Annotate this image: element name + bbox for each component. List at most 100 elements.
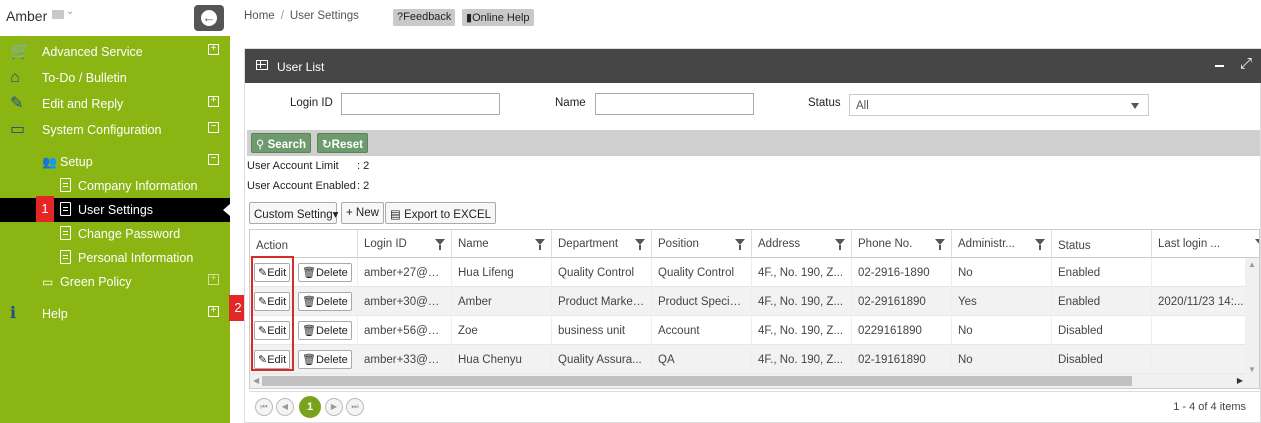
user-name[interactable]: Amber	[6, 8, 47, 24]
login-id-input[interactable]	[341, 93, 500, 115]
delete-button[interactable]: 🗑Delete	[298, 350, 352, 369]
column-header[interactable]: Administr...	[952, 230, 1052, 258]
column-header[interactable]: Address	[752, 230, 852, 258]
collapse-icon[interactable]: −	[208, 154, 219, 165]
export-excel-button[interactable]: ▤ Export to EXCEL	[385, 202, 497, 224]
expand-icon[interactable]: +	[208, 96, 219, 107]
account-limit-label: User Account Limit	[247, 160, 339, 172]
menu-todo-bulletin[interactable]: ⌂ To-Do / Bulletin	[0, 66, 230, 90]
first-page-icon[interactable]: ⏮	[255, 398, 273, 416]
filter-icon[interactable]	[1035, 239, 1045, 250]
new-button[interactable]: + New	[341, 202, 384, 224]
column-header[interactable]: Phone No.	[852, 230, 952, 258]
expand-icon[interactable]: ⤢	[1240, 55, 1252, 72]
next-page-icon[interactable]: ▶	[325, 398, 343, 416]
column-header[interactable]: Department	[552, 230, 652, 258]
column-header-label: Position	[658, 238, 699, 250]
minimize-icon[interactable]	[1215, 65, 1224, 67]
collapse-icon[interactable]: −	[208, 122, 219, 133]
scroll-left-icon[interactable]: ◀	[253, 376, 259, 385]
menu-edit-and-reply[interactable]: ✎ Edit and Reply +	[0, 92, 230, 116]
filter-icon[interactable]	[435, 239, 445, 250]
menu-label: Help	[42, 307, 68, 321]
account-limit-row: User Account Limit : 2	[247, 160, 369, 172]
menu-label: Green Policy	[60, 275, 132, 289]
table-cell: No	[952, 258, 1052, 287]
trash-icon: 🗑	[302, 325, 316, 337]
info-icon: ℹ	[10, 305, 17, 322]
custom-setting-button[interactable]: Custom Setting▾	[249, 202, 338, 224]
filter-icon[interactable]	[1255, 239, 1259, 245]
scroll-down-icon[interactable]: ▼	[1248, 365, 1256, 374]
name-input[interactable]	[595, 93, 754, 115]
column-header-label: Address	[758, 238, 801, 250]
filter-icon[interactable]	[735, 239, 745, 250]
column-header[interactable]: Last login ...	[1152, 230, 1259, 258]
last-page-icon[interactable]: ⏭	[346, 398, 364, 416]
table-cell: Amber	[452, 287, 552, 316]
mail-icon[interactable]	[52, 10, 64, 19]
expand-icon[interactable]: +	[208, 44, 219, 55]
table-cell: business unit	[552, 316, 652, 345]
scrollbar-thumb[interactable]	[262, 376, 1132, 386]
delete-button[interactable]: 🗑Delete	[298, 321, 352, 340]
sidebar-item-personal-information[interactable]: Personal Information	[0, 246, 230, 270]
table-row: ✎Edit 🗑Delete amber+27@ez... Hua Lifeng Qual…	[250, 258, 1247, 287]
expand-icon[interactable]: +	[208, 274, 219, 285]
table-cell: amber+27@ez...	[358, 258, 452, 287]
delete-button[interactable]: 🗑Delete	[298, 263, 352, 282]
column-header[interactable]: Action	[250, 230, 358, 258]
excel-icon: ▤	[390, 209, 401, 221]
sidebar-item-user-settings[interactable]: User Settings	[0, 198, 230, 222]
scroll-up-icon[interactable]: ▲	[1248, 260, 1256, 269]
delete-label: Delete	[315, 296, 348, 308]
table-cell: 4F., No. 190, Z...	[752, 316, 852, 345]
filter-icon[interactable]	[535, 239, 545, 250]
table-cell: Quality Control	[552, 258, 652, 287]
delete-button[interactable]: 🗑Delete	[298, 292, 352, 311]
vertical-scrollbar[interactable]: ▲ ▼	[1245, 258, 1259, 376]
column-header[interactable]: Status	[1052, 230, 1152, 258]
filter-icon[interactable]	[635, 239, 645, 250]
page-current-button[interactable]: 1	[299, 396, 321, 418]
column-header[interactable]: Position	[652, 230, 752, 258]
online-help-button[interactable]: ▮Online Help	[462, 9, 534, 26]
menu-system-configuration[interactable]: ▭ System Configuration −	[0, 118, 230, 142]
table-cell: Account	[652, 316, 752, 345]
feedback-button[interactable]: ?Feedback	[393, 9, 456, 26]
trash-icon: 🗑	[302, 267, 316, 279]
horizontal-scrollbar[interactable]: ◀ ▶	[250, 374, 1259, 388]
collapse-sidebar-button[interactable]: ←	[194, 5, 224, 31]
filter-icon[interactable]	[835, 239, 845, 250]
plus-icon: +	[346, 207, 353, 219]
column-header[interactable]: Name	[452, 230, 552, 258]
status-select[interactable]: All	[849, 94, 1149, 116]
breadcrumb-home[interactable]: Home	[244, 10, 275, 22]
sidebar-item-change-password[interactable]: Change Password	[0, 222, 230, 246]
menu-advanced-service[interactable]: 🛒 Advanced Service +	[0, 40, 230, 64]
trash-icon: 🗑	[302, 354, 316, 366]
menu-green-policy[interactable]: ▭ Green Policy +	[0, 270, 230, 294]
filter-icon[interactable]	[935, 239, 945, 250]
search-button[interactable]: ⚲ Search	[251, 133, 311, 153]
chevron-down-icon[interactable]: ⌄	[66, 6, 74, 17]
caret-down-icon	[1131, 103, 1139, 109]
scroll-right-icon[interactable]: ▶	[1237, 376, 1243, 385]
menu-setup[interactable]: 👥 Setup −	[0, 150, 230, 174]
sidebar-item-label: Personal Information	[78, 251, 194, 265]
table-cell: 4F., No. 190, Z...	[752, 345, 852, 374]
reset-button[interactable]: ↻Reset	[317, 133, 368, 153]
table-cell: 02-29161890	[852, 287, 952, 316]
menu-help[interactable]: ℹ Help +	[0, 302, 230, 326]
expand-icon[interactable]: +	[208, 306, 219, 317]
table-cell: Yes	[952, 287, 1052, 316]
column-header-label: Administr...	[958, 238, 1015, 250]
delete-label: Delete	[315, 325, 348, 337]
column-header-label: Login ID	[364, 238, 407, 250]
column-header-label: Phone No.	[858, 238, 913, 250]
column-header[interactable]: Login ID	[358, 230, 452, 258]
table-cell: amber+33@ez...	[358, 345, 452, 374]
prev-page-icon[interactable]: ◀	[276, 398, 294, 416]
table-icon	[256, 60, 268, 70]
sidebar-item-company-information[interactable]: Company Information	[0, 174, 230, 198]
